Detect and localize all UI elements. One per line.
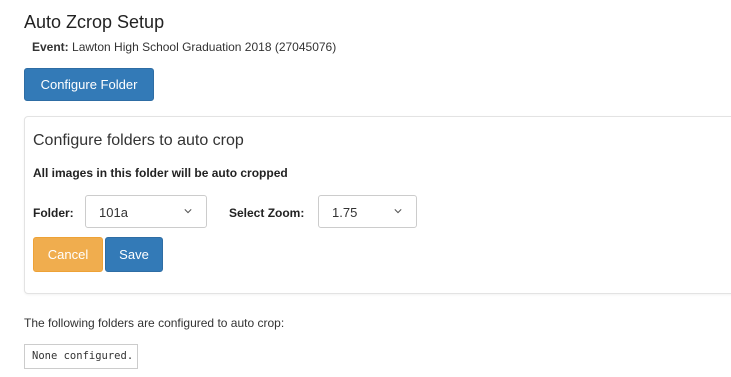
event-info: Event: Lawton High School Graduation 201… — [32, 40, 336, 55]
configure-folder-button[interactable]: Configure Folder — [24, 68, 154, 101]
configure-folders-panel: Configure folders to auto crop All image… — [24, 116, 731, 294]
panel-heading: Configure folders to auto crop — [33, 132, 244, 149]
folder-label: Folder: — [33, 206, 74, 220]
zoom-label: Select Zoom: — [229, 206, 305, 220]
folder-select-value: 101a — [99, 205, 128, 220]
zoom-select[interactable]: 1.75 — [318, 195, 417, 228]
configured-folders-intro: The following folders are configured to … — [24, 316, 285, 330]
chevron-down-icon — [394, 209, 402, 214]
panel-subheading: All images in this folder will be auto c… — [33, 166, 288, 180]
event-name: Lawton High School Graduation 2018 (2704… — [72, 40, 337, 54]
folder-select[interactable]: 101a — [85, 195, 207, 228]
cancel-button[interactable]: Cancel — [33, 237, 103, 272]
configured-folders-list: None configured. — [24, 344, 138, 369]
save-button[interactable]: Save — [105, 237, 163, 272]
zoom-select-value: 1.75 — [332, 205, 358, 220]
event-label: Event: — [32, 40, 69, 54]
chevron-down-icon — [184, 209, 192, 214]
page-title: Auto Zcrop Setup — [24, 12, 165, 32]
